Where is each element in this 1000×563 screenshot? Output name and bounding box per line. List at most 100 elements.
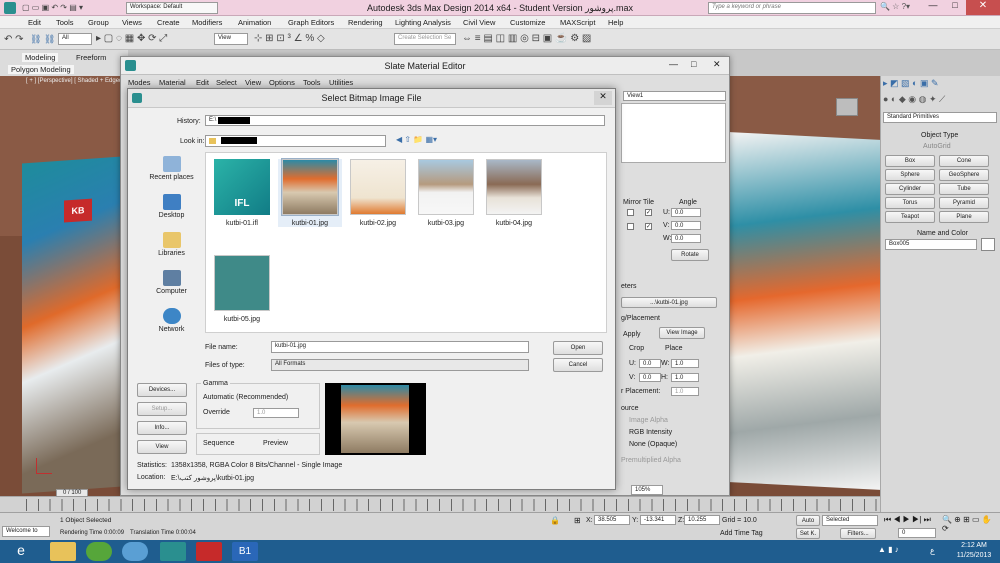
place-network[interactable]: Network bbox=[138, 308, 205, 333]
x-coordinate[interactable]: 38.505 bbox=[594, 515, 630, 525]
gamma-value-field[interactable]: 1.0 bbox=[253, 408, 299, 418]
gamma-auto-radio[interactable]: Automatic (Recommended) bbox=[203, 394, 288, 401]
lookin-dropdown[interactable] bbox=[205, 135, 386, 147]
dialog-close-button[interactable]: ✕ bbox=[594, 91, 612, 105]
place-libraries[interactable]: Libraries bbox=[138, 232, 205, 257]
place-computer[interactable]: Computer bbox=[138, 270, 205, 295]
browser-icon[interactable] bbox=[122, 542, 148, 561]
menu-group[interactable]: Group bbox=[88, 18, 109, 27]
slate-menu-tools[interactable]: Tools bbox=[303, 78, 321, 87]
place-desktop[interactable]: Desktop bbox=[138, 194, 205, 219]
viewcube-icon[interactable] bbox=[836, 98, 858, 116]
h-field[interactable]: 1.0 bbox=[671, 373, 699, 382]
menu-customize[interactable]: Customize bbox=[510, 18, 545, 27]
autogrid-checkbox[interactable]: AutoGrid bbox=[923, 143, 951, 150]
keyboard-language[interactable]: ع bbox=[930, 546, 935, 555]
slate-menu-select[interactable]: Select bbox=[216, 78, 237, 87]
u-field[interactable]: 0.0 bbox=[639, 359, 661, 368]
key-filter-dropdown[interactable]: Selected bbox=[822, 515, 878, 526]
slate-menu-edit[interactable]: Edit bbox=[196, 78, 209, 87]
gamma-override-radio[interactable]: Override bbox=[203, 409, 230, 416]
file-item[interactable]: kutbi-04.jpg bbox=[482, 159, 546, 227]
playback-controls[interactable]: ⏮ ◀ ▶ ▶| ⏭ bbox=[884, 515, 931, 525]
place-recent[interactable]: Recent places bbox=[138, 156, 205, 181]
rgb-intensity-radio[interactable]: RGB Intensity bbox=[629, 429, 672, 436]
lock-icon[interactable]: 🔒 bbox=[550, 516, 560, 525]
time-slider-frame[interactable]: 0 / 100 bbox=[56, 489, 89, 497]
object-type-header[interactable]: Object Type bbox=[921, 132, 958, 139]
preview-checkbox[interactable]: Preview bbox=[263, 440, 288, 447]
none-opaque-radio[interactable]: None (Opaque) bbox=[629, 441, 677, 448]
pinned-app-b1[interactable]: B1 bbox=[232, 542, 258, 561]
angle-v-field[interactable]: 0.0 bbox=[671, 221, 701, 230]
menu-maxscript[interactable]: MAXScript bbox=[560, 18, 595, 27]
z-coordinate[interactable]: 10.255 bbox=[684, 515, 720, 525]
slate-close-button[interactable]: ✕ bbox=[713, 59, 721, 70]
slate-menu-options[interactable]: Options bbox=[269, 78, 295, 87]
apply-checkbox-label[interactable]: Apply bbox=[623, 331, 641, 338]
tray-icons[interactable]: ▲ ▮ ♪ bbox=[878, 545, 899, 554]
v-field[interactable]: 0.0 bbox=[639, 373, 661, 382]
name-color-header[interactable]: Name and Color bbox=[917, 230, 968, 237]
set-key-button[interactable]: Set K. bbox=[796, 528, 820, 539]
history-dropdown[interactable]: E:\ bbox=[205, 115, 605, 126]
slate-menu-utilities[interactable]: Utilities bbox=[329, 78, 353, 87]
box-button[interactable]: Box bbox=[885, 155, 935, 167]
file-item[interactable]: kutbi-05.jpg bbox=[210, 255, 274, 323]
view-dropdown[interactable]: View bbox=[214, 33, 248, 45]
maximize-button[interactable]: □ bbox=[944, 0, 966, 14]
maxscript-listener[interactable]: Welcome to bbox=[2, 526, 50, 537]
object-color-swatch[interactable] bbox=[981, 238, 995, 251]
3dsmax-taskbar-icon[interactable] bbox=[160, 542, 186, 561]
key-filters-button[interactable]: Filters... bbox=[840, 528, 876, 539]
view-button[interactable]: View bbox=[137, 440, 187, 454]
mirror-u-checkbox[interactable] bbox=[627, 209, 634, 216]
y-coordinate[interactable]: -13.341 bbox=[640, 515, 676, 525]
selection-filter-dropdown[interactable]: All bbox=[58, 33, 92, 45]
slate-menu-material[interactable]: Material bbox=[159, 78, 186, 87]
geosphere-button[interactable]: GeoSphere bbox=[939, 169, 989, 181]
auto-key-button[interactable]: Auto bbox=[796, 515, 820, 526]
angle-u-field[interactable]: 0.0 bbox=[671, 208, 701, 217]
primitive-type-dropdown[interactable]: Standard Primitives bbox=[883, 112, 997, 123]
filetype-dropdown[interactable]: All Formats bbox=[271, 359, 529, 371]
start-button-icon[interactable]: e bbox=[8, 542, 34, 561]
tile-u-checkbox[interactable]: ✓ bbox=[645, 209, 652, 216]
menu-graph-editors[interactable]: Graph Editors bbox=[288, 18, 334, 27]
search-input[interactable]: Type a keyword or phrase bbox=[708, 2, 876, 14]
slate-maximize-button[interactable]: □ bbox=[691, 59, 696, 69]
ribbon-polygon-modeling[interactable]: Polygon Modeling bbox=[8, 65, 74, 74]
undo-icon[interactable]: ↶ ↷ bbox=[4, 34, 24, 45]
snap-icons[interactable]: ⊹ ⊞ ⊡ ³ ∠ % ◇ bbox=[254, 33, 325, 44]
menu-views[interactable]: Views bbox=[122, 18, 142, 27]
brochure-left-model[interactable]: KB bbox=[22, 156, 122, 494]
tab-freeform[interactable]: Freeform bbox=[76, 53, 106, 62]
command-panel-tabs[interactable]: ▸ ◩ ▧ ◐ ▣ ✎ bbox=[883, 78, 939, 89]
filename-input[interactable]: kutbi-01.jpg bbox=[271, 341, 529, 353]
file-item[interactable]: IFL kutbi-01.ifl bbox=[210, 159, 274, 227]
time-slider[interactable]: 0 / 100 bbox=[0, 489, 880, 512]
premultiplied-alpha-checkbox[interactable]: Premultiplied Alpha bbox=[621, 457, 681, 464]
menu-animation[interactable]: Animation bbox=[238, 18, 271, 27]
slate-minimize-button[interactable]: — bbox=[669, 59, 678, 69]
object-name-input[interactable]: Box005 bbox=[885, 239, 977, 250]
zoom-dropdown[interactable]: 105% bbox=[631, 485, 663, 495]
current-frame-field[interactable]: 0 bbox=[898, 528, 936, 538]
menu-edit[interactable]: Edit bbox=[28, 18, 41, 27]
slate-menu-modes[interactable]: Modes bbox=[128, 78, 151, 87]
file-explorer-icon[interactable] bbox=[50, 542, 76, 561]
crop-radio[interactable]: Crop bbox=[629, 345, 644, 352]
transform-mode-icon[interactable]: ⊞ bbox=[574, 516, 581, 525]
rotate-button[interactable]: Rotate bbox=[671, 249, 709, 261]
clock-time[interactable]: 2:12 AM bbox=[950, 542, 998, 549]
setup-button[interactable]: Setup... bbox=[137, 402, 187, 416]
menu-create[interactable]: Create bbox=[157, 18, 180, 27]
sequence-checkbox[interactable]: Sequence bbox=[203, 440, 235, 447]
viewport-nav-icons[interactable]: 🔍 ⊕ ⊞ ▭ ✋ ⟳ bbox=[942, 515, 1000, 533]
create-selection-set-dropdown[interactable]: Create Selection Se bbox=[394, 33, 456, 45]
angle-w-field[interactable]: 0.0 bbox=[671, 234, 701, 243]
close-button[interactable]: ✕ bbox=[966, 0, 1000, 15]
slate-menu-view[interactable]: View bbox=[245, 78, 261, 87]
mirror-v-checkbox[interactable] bbox=[627, 223, 634, 230]
tube-button[interactable]: Tube bbox=[939, 183, 989, 195]
